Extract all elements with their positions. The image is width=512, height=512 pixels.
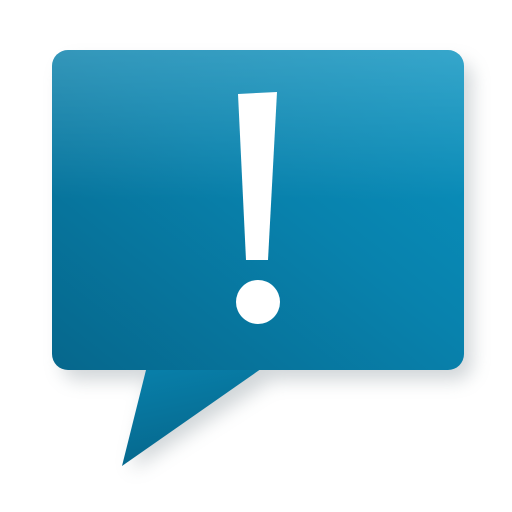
alert-speech-bubble-icon — [52, 50, 472, 470]
icon-canvas — [0, 0, 512, 512]
exclamation-dot — [236, 280, 280, 324]
